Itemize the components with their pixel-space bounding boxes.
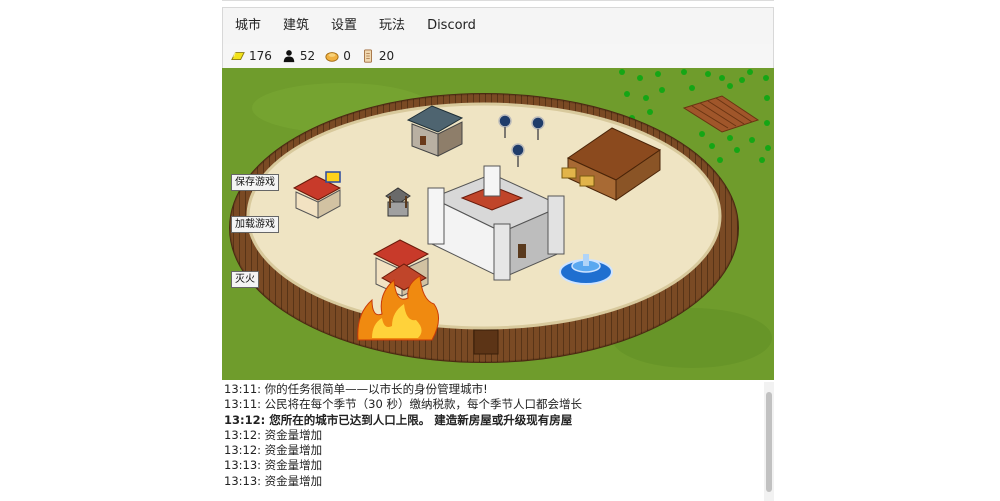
menu-gameplay[interactable]: 玩法 [368, 8, 416, 44]
menu-settings[interactable]: 设置 [320, 8, 368, 44]
log-line: 13:12: 资金量增加 [222, 443, 774, 458]
menu-buildings[interactable]: 建筑 [272, 8, 320, 44]
scroll-icon [363, 49, 372, 63]
log-line: 13:11: 你的任务很简单——以市长的身份管理城市! [222, 382, 774, 397]
food-value: 0 [343, 49, 351, 63]
resource-food: 0 [325, 49, 353, 63]
map-canvas[interactable] [222, 68, 774, 380]
menu-bar: 城市 建筑 设置 玩法 Discord [222, 7, 774, 45]
menu-discord[interactable]: Discord [416, 8, 487, 44]
save-game-button[interactable]: 保存游戏 [231, 174, 279, 191]
log-line: 13:13: 资金量增加 [222, 474, 774, 489]
log-time: 13:12: [224, 427, 262, 442]
game-map[interactable]: 保存游戏 加载游戏 灭火 [222, 68, 774, 380]
log-time: 13:11: [224, 397, 262, 412]
load-game-button[interactable]: 加载游戏 [231, 216, 279, 233]
gate [473, 329, 499, 355]
scrollbar-thumb[interactable] [766, 392, 772, 492]
log-line: 13:11: 公民将在每个季节（30 秒）缴纳税款，每个季节人口都会增长 [222, 397, 774, 412]
population-icon [283, 50, 295, 63]
log-time: 13:13: [224, 473, 262, 488]
menu-city[interactable]: 城市 [223, 8, 272, 44]
gold-value: 176 [249, 49, 272, 63]
resource-gold: 176 [231, 49, 274, 63]
resource-population: 52 [282, 49, 317, 63]
game-app: 城市 建筑 设置 玩法 Discord 176 52 0 20 保存游戏 加载游… [222, 0, 774, 501]
log-text: 资金量增加 [264, 427, 323, 442]
food-icon [325, 52, 339, 62]
log-time: 13:12: [224, 443, 262, 458]
log-line: 13:13: 资金量增加 [222, 458, 774, 473]
resource-bar: 176 52 0 20 [222, 44, 774, 68]
log-text: 资金量增加 [264, 458, 323, 473]
log-text: 您所在的城市已达到人口上限。 建造新房屋或升级现有房屋 [269, 412, 573, 427]
log-line: 13:12: 您所在的城市已达到人口上限。 建造新房屋或升级现有房屋 [222, 413, 774, 428]
resource-scroll: 20 [361, 49, 396, 63]
top-divider [222, 0, 774, 1]
log-text: 资金量增加 [264, 443, 323, 458]
log-time: 13:13: [224, 458, 262, 473]
log-time: 13:11: [224, 382, 262, 396]
gold-icon [231, 52, 245, 60]
log-time: 13:12: [224, 412, 266, 427]
log-text: 公民将在每个季节（30 秒）缴纳税款，每个季节人口都会增长 [264, 397, 582, 412]
log-line: 13:12: 资金量增加 [222, 428, 774, 443]
scroll-value: 20 [378, 49, 395, 63]
event-log: 13:11: 你的任务很简单——以市长的身份管理城市! 13:11: 公民将在每… [222, 382, 774, 501]
population-value: 52 [299, 49, 316, 63]
log-scrollbar[interactable] [764, 382, 774, 501]
log-text: 你的任务很简单——以市长的身份管理城市! [264, 382, 488, 396]
extinguish-fire-button[interactable]: 灭火 [231, 271, 259, 288]
log-text: 资金量增加 [264, 473, 323, 488]
